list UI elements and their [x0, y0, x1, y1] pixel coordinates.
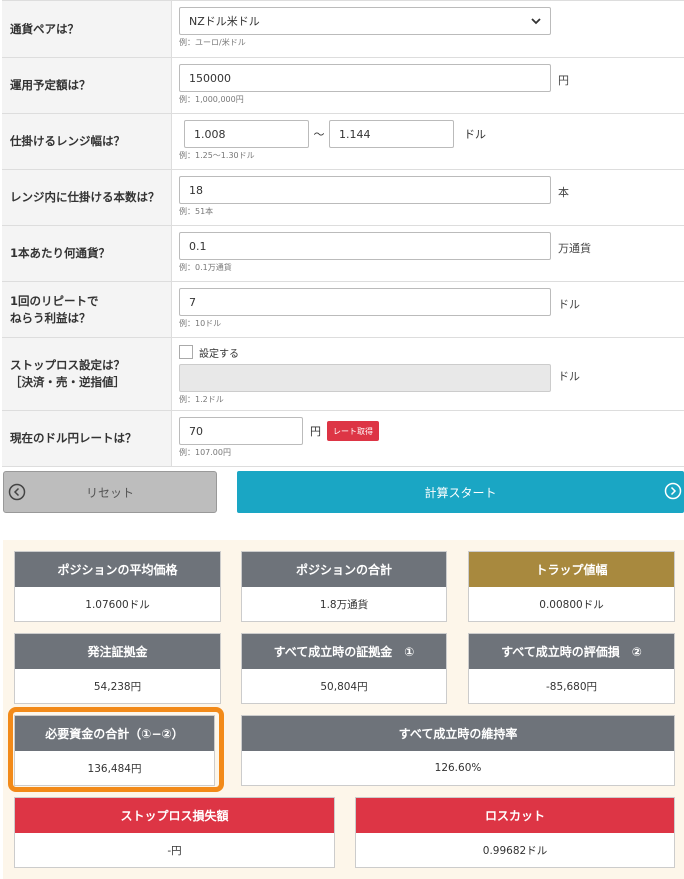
reset-label: リセット	[85, 485, 134, 500]
profit-label: 1回のリピートで ねらう利益は？	[2, 282, 172, 337]
order-margin-title: 発注証拠金	[15, 634, 220, 669]
row-per-unit: 1本あたり何通貨？ 0.1 万通貨 例：0.1万通貨	[2, 226, 684, 282]
chevron-left-circle-icon	[8, 483, 26, 501]
profit-example: 例：10ドル	[179, 319, 222, 328]
stoploss-example: 例：1.2ドル	[179, 395, 224, 404]
total-position-title: ポジションの合計	[242, 552, 446, 587]
per-unit-example: 例：0.1万通貨	[179, 263, 232, 272]
stoploss-label-line2: ［決済・売・逆指値］	[10, 375, 125, 389]
row-count: レンジ内に仕掛ける本数は？ 18 本 例：51本	[2, 170, 684, 226]
stoploss-label: ストップロス設定は？ ［決済・売・逆指値］	[2, 338, 172, 410]
per-unit-value: 0.1	[189, 239, 207, 253]
total-position-value: 1.8万通貨	[319, 598, 369, 611]
row-rate: 現在のドル円レートは？ 70 円 レート取得 例：107.00円	[2, 411, 684, 467]
total-position-card: ポジションの合計 1.8万通貨	[241, 551, 447, 622]
stoploss-checkbox[interactable]	[179, 345, 193, 359]
row-profit: 1回のリピートで ねらう利益は？ 7 ドル 例：10ドル	[2, 282, 684, 338]
full-loss-title: すべて成立時の評価損 ②	[469, 634, 674, 669]
losscut-title: ロスカット	[356, 798, 674, 833]
row-amount: 運用予定額は？ 150000 円 例：1,000,000円	[2, 58, 684, 114]
amount-value: 150000	[189, 71, 231, 85]
stoploss-input[interactable]	[179, 364, 551, 392]
trap-width-title: トラップ値幅	[469, 552, 674, 587]
range-low-value: 1.008	[194, 127, 226, 141]
losscut-value: 0.99682ドル	[482, 844, 548, 857]
maintenance-rate-card: すべて成立時の維持率 126.60%	[241, 715, 675, 786]
range-label: 仕掛けるレンジ幅は？	[2, 114, 172, 169]
range-unit: ドル	[464, 128, 486, 141]
stoploss-checkbox-label: 設定する	[199, 348, 239, 360]
avg-price-card: ポジションの平均価格 1.07600ドル	[14, 551, 221, 622]
action-buttons: リセット 計算スタート	[3, 471, 684, 513]
avg-price-value: 1.07600ドル	[85, 598, 150, 611]
profit-input[interactable]: 7	[179, 288, 551, 316]
amount-label: 運用予定額は？	[2, 58, 172, 113]
per-unit-unit: 万通貨	[558, 242, 591, 255]
currency-pair-select[interactable]: NZドル米ドル	[179, 7, 551, 35]
count-unit: 本	[558, 186, 569, 199]
stoploss-amount-card: ストップロス損失額 -円	[14, 797, 335, 868]
fetch-rate-button[interactable]: レート取得	[327, 421, 379, 441]
calculator-form: 通貨ペアは？ NZドル米ドル 例：ユーロ/米ドル 運用予定額は？ 150000 …	[2, 0, 684, 467]
full-loss-value: -85,680円	[545, 680, 598, 693]
order-margin-value: 54,238円	[93, 680, 142, 693]
rate-label: 現在のドル円レートは？	[2, 411, 172, 466]
profit-value: 7	[189, 295, 196, 309]
range-high-input[interactable]: 1.144	[329, 120, 454, 148]
profit-label-line1: 1回のリピートで	[10, 293, 99, 308]
stoploss-label-line1: ストップロス設定は？	[10, 358, 125, 372]
maintenance-rate-title: すべて成立時の維持率	[242, 716, 674, 751]
losscut-card: ロスカット 0.99682ドル	[355, 797, 675, 868]
calculate-start-button[interactable]: 計算スタート	[237, 471, 684, 513]
maintenance-rate-value: 126.60%	[434, 762, 482, 774]
rate-value: 70	[189, 424, 203, 438]
start-label: 計算スタート	[424, 485, 497, 500]
currency-pair-example: 例：ユーロ/米ドル	[179, 38, 246, 47]
trap-width-card: トラップ値幅 0.00800ドル	[468, 551, 675, 622]
trap-width-value: 0.00800ドル	[539, 598, 604, 611]
full-margin-value: 50,804円	[320, 680, 368, 693]
amount-input[interactable]: 150000	[179, 64, 551, 92]
row-range: 仕掛けるレンジ幅は？ 1.008 〜 1.144 ドル 例：1.25〜1.30ド…	[2, 114, 684, 170]
profit-unit: ドル	[558, 298, 580, 311]
count-input[interactable]: 18	[179, 176, 551, 204]
rate-unit: 円	[310, 425, 321, 438]
stoploss-unit: ドル	[558, 370, 580, 383]
avg-price-title: ポジションの平均価格	[15, 552, 220, 587]
amount-unit: 円	[558, 74, 569, 87]
chevron-right-circle-icon	[664, 482, 682, 500]
range-separator: 〜	[313, 128, 325, 141]
count-example: 例：51本	[179, 207, 214, 216]
currency-pair-value: NZドル米ドル	[189, 15, 260, 28]
order-margin-card: 発注証拠金 54,238円	[14, 633, 221, 704]
stoploss-amount-value: -円	[167, 844, 182, 857]
row-stoploss: ストップロス設定は？ ［決済・売・逆指値］ 設定する ドル 例：1.2ドル	[2, 338, 684, 411]
profit-label-line2: ねらう利益は？	[10, 310, 91, 325]
currency-pair-label: 通貨ペアは？	[2, 1, 172, 57]
per-unit-label: 1本あたり何通貨？	[2, 226, 172, 281]
rate-input[interactable]: 70	[179, 417, 303, 445]
count-value: 18	[189, 183, 203, 197]
range-example: 例：1.25〜1.30ドル	[179, 151, 255, 160]
amount-example: 例：1,000,000円	[179, 95, 244, 104]
rate-example: 例：107.00円	[179, 448, 231, 457]
per-unit-input[interactable]: 0.1	[179, 232, 551, 260]
full-margin-title: すべて成立時の証拠金 ①	[242, 634, 446, 669]
stoploss-amount-title: ストップロス損失額	[15, 798, 334, 833]
full-loss-card: すべて成立時の評価損 ② -85,680円	[468, 633, 675, 704]
count-label: レンジ内に仕掛ける本数は？	[2, 170, 172, 225]
chevron-down-icon	[531, 18, 541, 25]
highlight-frame	[8, 707, 224, 792]
row-currency-pair: 通貨ペアは？ NZドル米ドル 例：ユーロ/米ドル	[2, 1, 684, 58]
full-margin-card: すべて成立時の証拠金 ① 50,804円	[241, 633, 447, 704]
range-low-input[interactable]: 1.008	[184, 120, 309, 148]
results-panel: ポジションの平均価格 1.07600ドル ポジションの合計 1.8万通貨 トラッ…	[3, 540, 684, 879]
reset-button[interactable]: リセット	[3, 471, 217, 513]
range-high-value: 1.144	[339, 127, 371, 141]
